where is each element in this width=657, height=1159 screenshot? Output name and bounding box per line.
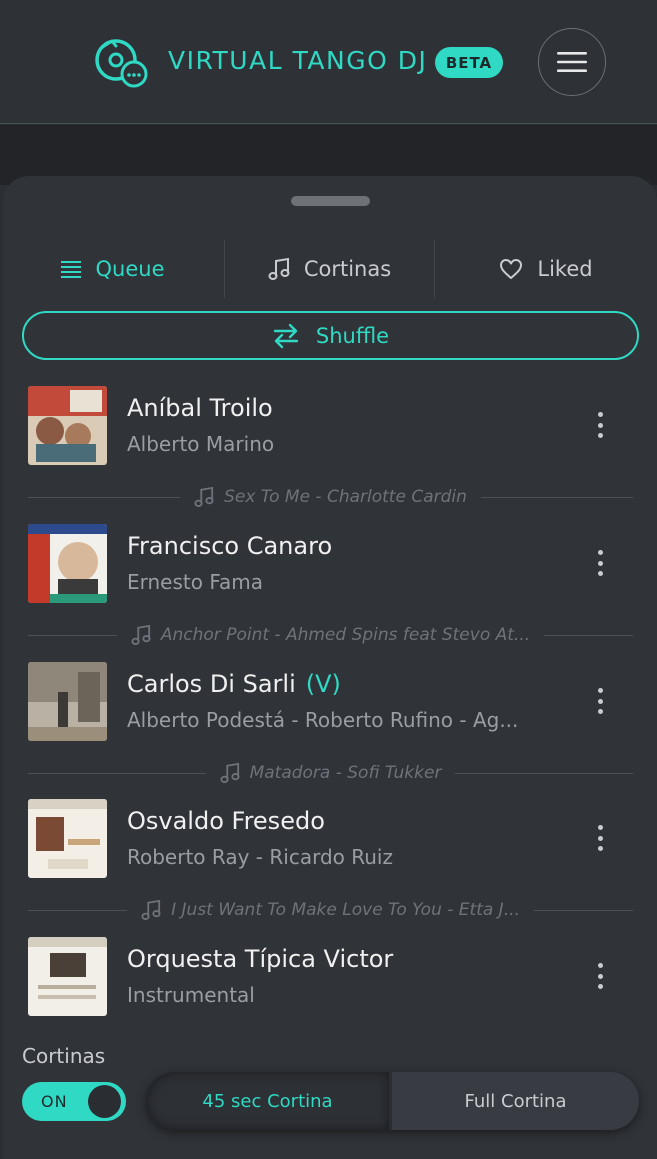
shuffle-label: Shuffle — [315, 323, 390, 348]
option-45-sec-cortina[interactable]: 45 sec Cortina — [146, 1072, 389, 1130]
beta-badge: BETA — [435, 47, 503, 78]
cortina-name: Sex To Me - Charlotte Cardin — [224, 487, 467, 507]
tab-queue-label: Queue — [95, 257, 165, 281]
track-title: Aníbal Troilo — [127, 394, 273, 422]
cortina-separator: I Just Want To Make Love To You - Etta J… — [28, 898, 634, 922]
album-cover — [28, 524, 107, 603]
cortina-name: Matadora - Sofi Tukker — [249, 763, 442, 783]
track-singers: Ernesto Fama — [127, 570, 264, 594]
tab-cortinas[interactable]: Cortinas — [225, 240, 434, 298]
cortinas-label: Cortinas — [22, 1044, 106, 1068]
album-cover — [28, 937, 107, 1016]
more-options-button[interactable] — [586, 408, 614, 442]
list-item[interactable]: Orquesta Típica Victor Instrumental — [0, 923, 657, 1023]
list-item[interactable]: Carlos Di Sarli (V) Alberto Podestá - Rob… — [0, 648, 657, 748]
track-title: Carlos Di Sarli (V) — [127, 670, 341, 698]
menu-button[interactable] — [538, 28, 606, 96]
more-options-button[interactable] — [586, 959, 614, 993]
tab-liked-label: Liked — [537, 257, 593, 281]
tab-liked[interactable]: Liked — [435, 240, 657, 298]
list-item[interactable]: Osvaldo Fresedo Roberto Ray - Ricardo Ru… — [0, 785, 657, 885]
tab-bar: Queue Cortinas Liked — [0, 240, 657, 298]
track-singers: Alberto Marino — [127, 432, 275, 456]
heart-icon — [500, 259, 523, 279]
cortina-separator: Sex To Me - Charlotte Cardin — [28, 485, 633, 509]
album-cover — [28, 386, 107, 465]
track-title: Francisco Canaro — [127, 532, 333, 560]
cortina-separator: Matadora - Sofi Tukker — [28, 761, 633, 785]
cortina-name: Anchor Point - Ahmed Spins feat Stevo At… — [160, 625, 531, 645]
music-note-icon — [141, 899, 161, 920]
option-full-cortina[interactable]: Full Cortina — [392, 1072, 639, 1130]
list-icon — [60, 261, 81, 278]
music-note-icon — [220, 762, 240, 783]
list-item[interactable]: Aníbal Troilo Alberto Marino — [0, 372, 657, 472]
album-cover — [28, 662, 107, 741]
tab-queue[interactable]: Queue — [0, 240, 224, 298]
cortina-name: I Just Want To Make Love To You - Etta J… — [171, 900, 520, 920]
track-singers: Instrumental — [127, 983, 255, 1007]
vals-badge: (V) — [305, 670, 341, 698]
album-cover — [28, 799, 107, 878]
vinyl-chat-icon — [92, 38, 148, 90]
list-item[interactable]: Francisco Canaro Ernesto Fama — [0, 510, 657, 610]
shuffle-button[interactable]: Shuffle — [22, 311, 639, 360]
music-note-icon — [268, 257, 290, 280]
hamburger-icon — [557, 52, 587, 72]
toggle-state-label: ON — [41, 1092, 68, 1111]
app-header: VIRTUAL TANGO DJ BETA — [0, 0, 657, 124]
track-singers: Alberto Podestá - Roberto Rufino - Ag... — [127, 708, 519, 732]
cortinas-toggle[interactable]: ON — [22, 1082, 126, 1121]
drag-handle[interactable] — [291, 196, 370, 206]
track-title: Orquesta Típica Victor — [127, 945, 394, 973]
more-options-button[interactable] — [586, 684, 614, 718]
tab-cortinas-label: Cortinas — [303, 257, 392, 281]
toggle-knob — [88, 1085, 121, 1118]
app-title: VIRTUAL TANGO DJ — [168, 46, 428, 75]
more-options-button[interactable] — [586, 546, 614, 580]
cortina-separator: Anchor Point - Ahmed Spins feat Stevo At… — [28, 623, 634, 647]
track-title: Osvaldo Fresedo — [127, 807, 325, 835]
more-options-button[interactable] — [586, 821, 614, 855]
swap-arrows-icon — [273, 323, 299, 348]
track-singers: Roberto Ray - Ricardo Ruiz — [127, 845, 393, 869]
music-note-icon — [194, 486, 214, 507]
cortina-length-selector: 45 sec Cortina Full Cortina — [146, 1072, 639, 1130]
music-note-icon — [131, 624, 151, 645]
